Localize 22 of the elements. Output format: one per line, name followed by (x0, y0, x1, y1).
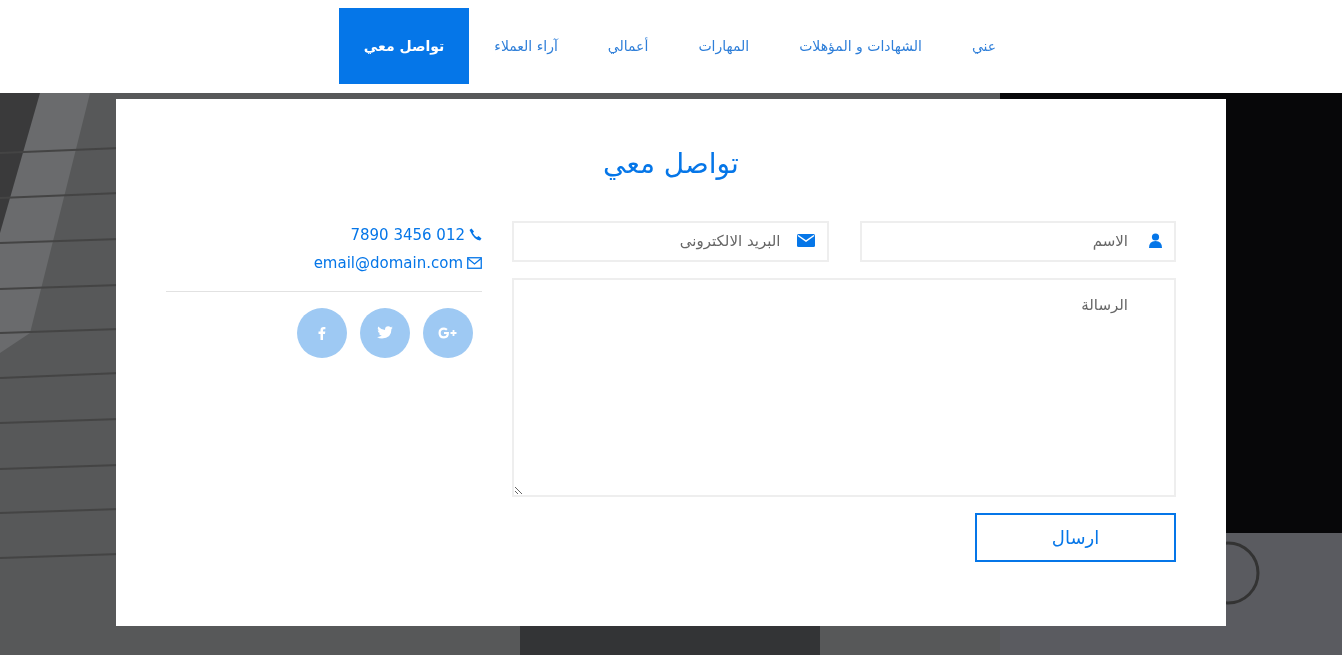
social-button[interactable] (360, 307, 410, 358)
nav-tab[interactable]: تواصل معي (338, 8, 470, 84)
email-field[interactable]: البريد الالكترونى (512, 220, 829, 262)
nav-tab[interactable]: عني (946, 8, 1022, 84)
name-field[interactable]: الاسم (859, 220, 1176, 262)
phone-icon (469, 228, 482, 242)
nav-tab[interactable]: المهارات (673, 8, 775, 84)
facebook-icon (318, 325, 326, 340)
nav-tab[interactable]: الشهادات و المؤهلات (774, 8, 947, 84)
envelope-icon (467, 257, 482, 270)
social-button[interactable] (297, 307, 347, 358)
google-plus-icon (438, 326, 458, 339)
send-button[interactable]: ارسال (975, 512, 1176, 562)
message-field[interactable]: الرسالة (512, 277, 1176, 497)
bird-icon (377, 326, 393, 340)
email-link[interactable]: email@domain.com (313, 252, 463, 275)
nav-tab[interactable]: آراء العملاء (469, 8, 583, 84)
phone-link[interactable]: 7890 3456 012 (350, 223, 465, 247)
social-button[interactable] (423, 307, 473, 358)
user-icon (1149, 232, 1162, 248)
nav-tab[interactable]: أعمالي (582, 8, 674, 84)
section-title: تواصل معي (602, 147, 740, 181)
